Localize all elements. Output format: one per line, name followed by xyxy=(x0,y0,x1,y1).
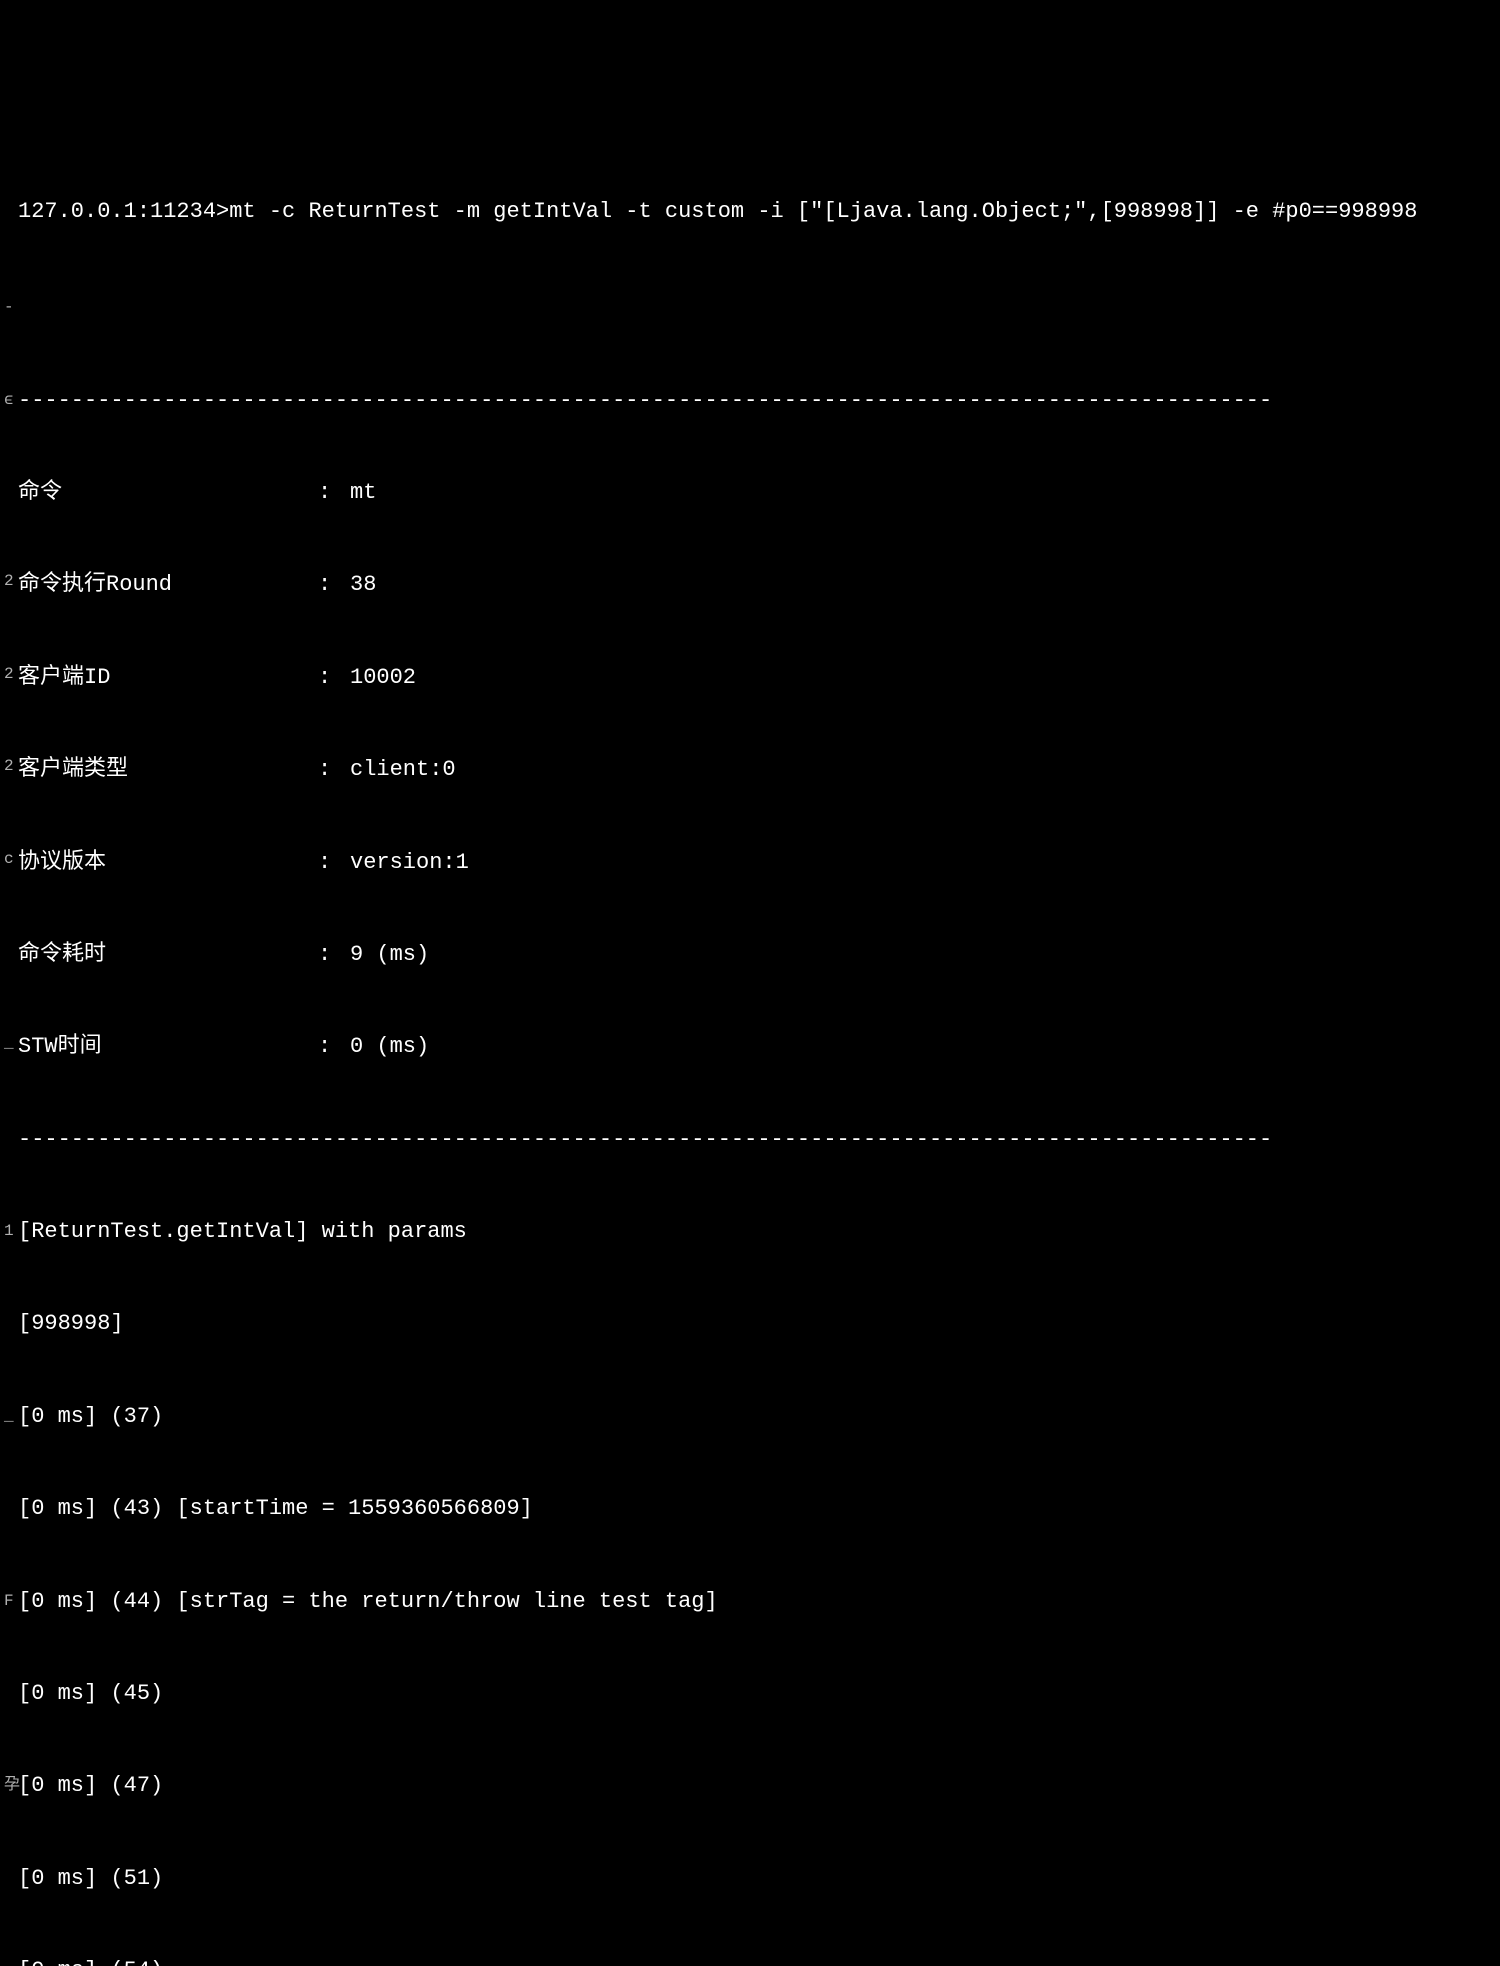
info-val: 0 (ms) xyxy=(350,1032,429,1063)
info-val: version:1 xyxy=(350,848,469,879)
trace-params: [998998] xyxy=(18,1311,124,1336)
info-val: mt xyxy=(350,478,376,509)
trace-line: [0 ms] (44) [strTag = the return/throw l… xyxy=(18,1589,718,1614)
gutter-char xyxy=(4,1959,18,1966)
trace-line: [0 ms] (45) xyxy=(18,1681,163,1706)
info-val: 9 (ms) xyxy=(350,940,429,971)
trace-header: [ReturnTest.getIntVal] with params xyxy=(18,1219,467,1244)
info-sep: : xyxy=(318,663,350,694)
gutter-char xyxy=(4,1312,18,1334)
info-key: 命令耗时 xyxy=(18,940,318,971)
info-sep: : xyxy=(318,940,350,971)
info-key: 命令执行Round xyxy=(18,570,318,601)
gutter-char: 2 xyxy=(4,663,18,694)
info-val: 10002 xyxy=(350,663,416,694)
info-sep: : xyxy=(318,478,350,509)
info-sep: : xyxy=(318,848,350,879)
trace-line: [0 ms] (47) xyxy=(18,1773,163,1798)
gutter-char xyxy=(4,1682,18,1704)
gutter-char: ϵ xyxy=(4,389,18,411)
gutter-char xyxy=(4,940,18,971)
info-key: 客户端类型 xyxy=(18,755,318,786)
info-key: STW时间 xyxy=(18,1032,318,1063)
prompt-command: 127.0.0.1:11234>mt -c ReturnTest -m getI… xyxy=(18,199,1417,224)
separator-line: ----------------------------------------… xyxy=(18,1127,1272,1152)
gutter-char: 2 xyxy=(4,570,18,601)
gutter-char xyxy=(4,200,18,222)
info-val: 38 xyxy=(350,570,376,601)
gutter-char: - xyxy=(4,296,18,318)
gutter-char: _ xyxy=(4,1405,18,1427)
info-key: 协议版本 xyxy=(18,848,318,879)
gutter-char: _ xyxy=(4,1032,18,1063)
info-val: client:0 xyxy=(350,755,456,786)
info-key: 命令 xyxy=(18,478,318,509)
gutter-char xyxy=(4,1867,18,1889)
gutter-char xyxy=(4,1497,18,1519)
gutter-char: 1 xyxy=(4,1220,18,1242)
gutter-char: F xyxy=(4,1590,18,1612)
info-sep: : xyxy=(318,755,350,786)
separator-line: ----------------------------------------… xyxy=(18,388,1272,413)
info-key: 客户端ID xyxy=(18,663,318,694)
terminal-output[interactable]: 127.0.0.1:11234>mt -c ReturnTest -m getI… xyxy=(0,135,1500,1966)
gutter-char: 2 xyxy=(4,755,18,786)
info-sep: : xyxy=(318,570,350,601)
trace-line: [0 ms] (54) xyxy=(18,1958,163,1966)
gutter-char: 孕 xyxy=(4,1774,18,1796)
gutter-char xyxy=(4,1128,18,1150)
info-sep: : xyxy=(318,1032,350,1063)
trace-line: [0 ms] (37) xyxy=(18,1404,163,1429)
gutter-char xyxy=(4,478,18,509)
trace-line: [0 ms] (43) [startTime = 1559360566809] xyxy=(18,1496,533,1521)
gutter-char: c xyxy=(4,848,18,879)
trace-line: [0 ms] (51) xyxy=(18,1866,163,1891)
